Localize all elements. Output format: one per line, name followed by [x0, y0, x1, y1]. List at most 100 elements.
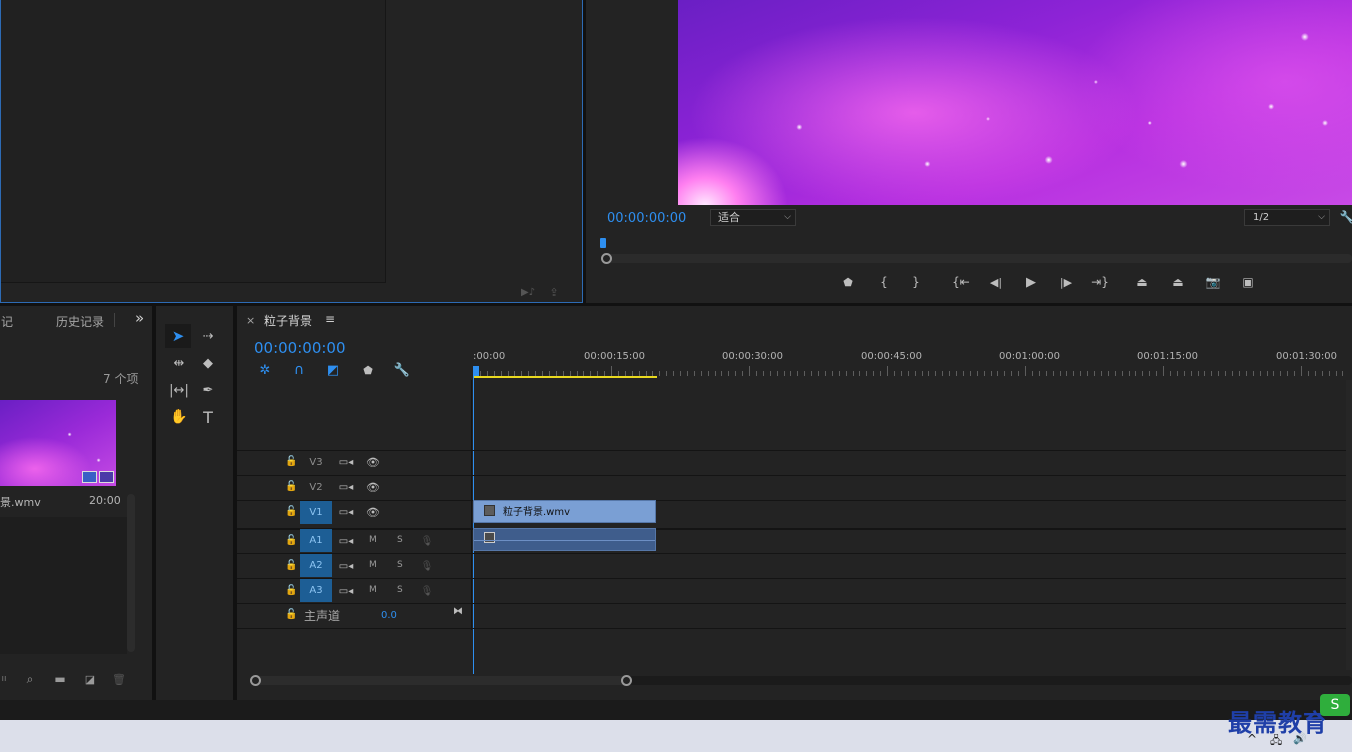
- toggle-sync-lock-icon[interactable]: ▭◂: [338, 479, 354, 495]
- track-target-a1[interactable]: A1: [300, 529, 332, 552]
- video-clip[interactable]: 粒子背景.wmv: [473, 500, 656, 523]
- step-forward-icon[interactable]: |▶: [1057, 274, 1075, 290]
- tab-partial[interactable]: 记: [1, 313, 13, 330]
- add-marker-icon[interactable]: ⬟: [359, 361, 377, 379]
- search-icon[interactable]: ⌕: [22, 672, 38, 686]
- audio-clip[interactable]: [473, 528, 656, 551]
- lock-icon[interactable]: 🔓: [285, 585, 297, 596]
- export-frame-camera-icon[interactable]: 📷: [1204, 274, 1222, 290]
- ruler-label: 00:01:00:00: [999, 351, 1061, 362]
- track-target-v1[interactable]: V1: [300, 501, 332, 524]
- time-ruler[interactable]: :00:00 00:00:15:00 00:00:30:00 00:00:45:…: [473, 344, 1352, 378]
- program-playhead-marker[interactable]: [600, 238, 606, 248]
- microphone-icon[interactable]: 🎙: [421, 558, 434, 574]
- step-back-icon[interactable]: ◀|: [987, 274, 1005, 290]
- lift-icon[interactable]: ⏏: [1132, 274, 1152, 290]
- timeline-timecode[interactable]: 00:00:00:00: [254, 339, 346, 357]
- chevron-down-icon: ⌵: [1318, 212, 1325, 222]
- mark-out-icon[interactable]: }: [908, 274, 924, 290]
- slip-icon[interactable]: |↔|: [167, 378, 191, 402]
- snap-magnet-icon[interactable]: ∩: [290, 361, 308, 379]
- ruler-tick: [893, 371, 895, 376]
- track-name-v3[interactable]: V3: [300, 451, 332, 474]
- go-to-next-edit-icon[interactable]: ⧓: [451, 604, 465, 618]
- playhead-line[interactable]: [473, 376, 474, 674]
- track-row-v1: [237, 500, 1352, 525]
- compare-view-icon[interactable]: ▣: [1238, 274, 1258, 290]
- panel-overflow-icon[interactable]: »: [135, 309, 144, 327]
- tab-history[interactable]: 历史记录: [56, 313, 104, 330]
- extract-icon[interactable]: ⏏: [1168, 274, 1188, 290]
- program-mini-ruler[interactable]: [600, 238, 1352, 252]
- solo-button[interactable]: S: [397, 560, 403, 570]
- overwrite-icon[interactable]: ⇪: [546, 285, 562, 299]
- master-volume-value[interactable]: 0.0: [381, 610, 397, 621]
- program-timecode[interactable]: 00:00:00:00: [607, 211, 686, 226]
- lock-icon[interactable]: 🔓: [285, 506, 297, 517]
- track-target-a3[interactable]: A3: [300, 579, 332, 602]
- ruler-tick: [776, 371, 778, 376]
- zoom-handle-right[interactable]: [621, 675, 632, 686]
- track-target-a2[interactable]: A2: [300, 554, 332, 577]
- program-zoom-bar[interactable]: [601, 253, 1352, 264]
- timeline-zoom-scrollbar[interactable]: [250, 675, 1352, 686]
- mute-button[interactable]: M: [369, 535, 377, 545]
- lock-icon[interactable]: 🔓: [285, 481, 297, 492]
- sequence-menu-icon[interactable]: ≡: [325, 312, 335, 326]
- mute-button[interactable]: M: [369, 560, 377, 570]
- hand-icon[interactable]: ✋: [167, 405, 191, 429]
- track-select-forward-icon[interactable]: ⇢: [196, 324, 220, 348]
- zoom-handle-left[interactable]: [250, 675, 261, 686]
- microphone-icon[interactable]: 🎙: [421, 533, 434, 549]
- freeform-view-icon[interactable]: ıı: [0, 672, 8, 686]
- sequence-tab[interactable]: 粒子背景: [264, 312, 312, 329]
- toggle-sync-lock-icon[interactable]: ▭◂: [338, 504, 354, 520]
- eye-icon[interactable]: 👁: [365, 479, 381, 495]
- work-area-bar[interactable]: [473, 376, 657, 378]
- lock-icon[interactable]: 🔓: [285, 560, 297, 571]
- timeline-vertical-scrollbar[interactable]: [1346, 380, 1352, 670]
- go-to-in-icon[interactable]: {⇤: [952, 274, 970, 290]
- eye-icon[interactable]: 👁: [365, 454, 381, 470]
- solo-button[interactable]: S: [397, 585, 403, 595]
- timeline-settings-wrench-icon[interactable]: 🔧: [393, 361, 411, 379]
- track-name-v2[interactable]: V2: [300, 476, 332, 499]
- settings-wrench-icon[interactable]: 🔧: [1340, 209, 1352, 225]
- fit-select[interactable]: 适合 ⌵: [710, 209, 796, 226]
- zoom-handle-left[interactable]: [601, 253, 612, 264]
- timeline-close-icon[interactable]: ×: [246, 314, 255, 327]
- mark-in-icon[interactable]: {: [876, 274, 892, 290]
- toggle-sync-lock-icon[interactable]: ▭◂: [338, 583, 354, 599]
- microphone-icon[interactable]: 🎙: [421, 583, 434, 599]
- program-video-frame: [678, 0, 1352, 205]
- zoom-scrollbar-thumb[interactable]: [250, 676, 630, 685]
- eye-icon[interactable]: 👁: [365, 504, 381, 520]
- nest-sequences-icon[interactable]: ✲: [256, 361, 274, 379]
- play-icon[interactable]: ▶: [1022, 274, 1040, 290]
- toggle-sync-lock-icon[interactable]: ▭◂: [338, 558, 354, 574]
- drag-audio-icon[interactable]: ▶♪: [519, 285, 537, 299]
- ruler-tick: [935, 371, 937, 376]
- trash-icon[interactable]: 🗑: [111, 672, 127, 686]
- selection-tool-icon[interactable]: ➤: [165, 324, 191, 348]
- resolution-select[interactable]: 1/2 ⌵: [1244, 209, 1330, 226]
- clip-thumbnail[interactable]: [0, 400, 116, 486]
- ripple-edit-icon[interactable]: ⇹: [167, 351, 191, 375]
- new-item-icon[interactable]: ◪: [82, 672, 98, 686]
- solo-button[interactable]: S: [397, 535, 403, 545]
- playhead-head[interactable]: [473, 366, 479, 376]
- mute-button[interactable]: M: [369, 585, 377, 595]
- type-tool-icon[interactable]: T: [196, 405, 220, 429]
- new-bin-folder-icon[interactable]: ▬: [52, 672, 68, 686]
- lock-icon[interactable]: 🔓: [285, 609, 297, 620]
- razor-icon[interactable]: ◆: [196, 351, 220, 375]
- go-to-out-icon[interactable]: ⇥}: [1091, 274, 1109, 290]
- lock-icon[interactable]: 🔓: [285, 535, 297, 546]
- toggle-sync-lock-icon[interactable]: ▭◂: [338, 533, 354, 549]
- toggle-sync-lock-icon[interactable]: ▭◂: [338, 454, 354, 470]
- add-marker-icon[interactable]: ⬟: [840, 274, 856, 290]
- linked-selection-icon[interactable]: ◩: [324, 361, 342, 379]
- pen-icon[interactable]: ✒: [196, 378, 220, 402]
- project-scrollbar[interactable]: [127, 494, 135, 652]
- lock-icon[interactable]: 🔓: [285, 456, 297, 467]
